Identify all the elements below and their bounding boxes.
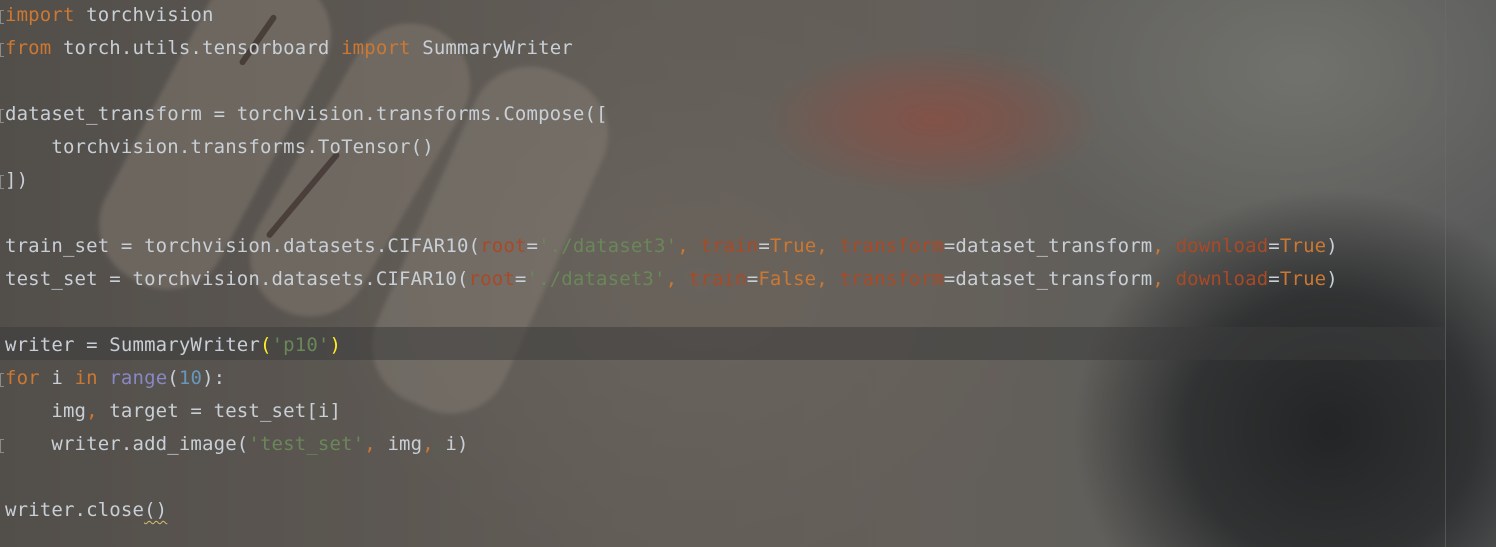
code-line[interactable]: img, target = test_set[i] [5, 395, 341, 428]
code-token: img [387, 433, 423, 455]
code-token: , [816, 235, 840, 257]
code-token: = [514, 268, 527, 290]
fold-marker-icon[interactable] [0, 373, 4, 387]
code-token: download [1175, 235, 1269, 257]
right-margin-guide [1445, 0, 1446, 547]
code-token: writer = SummaryWriter [5, 334, 260, 356]
code-line[interactable]: writer.close() [5, 494, 167, 527]
code-token: i [39, 367, 75, 389]
code-editor[interactable]: import torchvision from torch.utils.tenso… [0, 0, 1445, 547]
code-token: target = test_set[i] [97, 400, 342, 422]
code-token: = [1268, 268, 1280, 290]
code-token: True [1279, 268, 1327, 290]
code-token: , [665, 268, 689, 290]
code-token: = [526, 235, 539, 257]
code-line[interactable]: import torchvision [5, 0, 214, 32]
code-token: torch.utils.tensorboard [51, 37, 342, 59]
code-token: i) [445, 433, 469, 455]
code-token: =dataset_transform [943, 268, 1153, 290]
code-token: True [769, 235, 817, 257]
code-token: 'p10' [271, 334, 330, 356]
code-token: , [86, 400, 98, 422]
code-line[interactable]: torchvision.transforms.ToTensor() [5, 131, 434, 164]
code-token: , [816, 268, 840, 290]
fold-marker-icon[interactable] [0, 43, 4, 57]
code-token: , [1152, 235, 1176, 257]
code-token: , [677, 235, 701, 257]
code-token: train [688, 268, 747, 290]
code-token: = [746, 268, 759, 290]
code-token: import [5, 4, 75, 26]
code-token: range [109, 367, 168, 389]
code-token: train [700, 235, 759, 257]
code-token: () [144, 499, 168, 521]
code-line[interactable]: writer.add_image('test_set', img, i) [5, 428, 469, 461]
code-token: ( [167, 367, 179, 389]
code-token: ): [202, 367, 226, 389]
code-token: SummaryWriter [410, 37, 573, 59]
code-token: from [5, 37, 52, 59]
code-token: root [480, 235, 527, 257]
code-token: True [1279, 235, 1327, 257]
code-token: dataset_transform = torchvision.transfor… [5, 103, 608, 125]
fold-marker-icon[interactable] [0, 109, 4, 123]
code-line[interactable]: test_set = torchvision.datasets.CIFAR10(… [5, 263, 1338, 296]
fold-marker-icon[interactable] [0, 175, 4, 189]
code-token: './dataset3' [538, 235, 678, 257]
code-token: ) [1326, 235, 1338, 257]
code-token: in [74, 367, 98, 389]
code-line[interactable]: ]) [5, 164, 28, 197]
code-token: =dataset_transform [943, 235, 1153, 257]
code-line[interactable]: dataset_transform = torchvision.transfor… [5, 98, 608, 131]
code-token: 'test_set' [248, 433, 365, 455]
code-token: , [422, 433, 446, 455]
code-token: writer.close [5, 499, 145, 521]
code-token: download [1175, 268, 1269, 290]
code-token: = [758, 235, 770, 257]
code-token: torchvision.transforms.ToTensor() [5, 136, 434, 158]
code-token: writer.add_image( [5, 433, 249, 455]
code-line[interactable]: writer = SummaryWriter('p10') [5, 329, 341, 362]
code-token: transform [839, 235, 944, 257]
code-token: False [758, 268, 817, 290]
code-token: for [5, 367, 40, 389]
code-token: import [341, 37, 411, 59]
code-token: './dataset3' [526, 268, 666, 290]
code-token: test_set = torchvision.datasets.CIFAR10( [5, 268, 469, 290]
code-token: ) [329, 334, 342, 356]
code-line[interactable]: from torch.utils.tensorboard import Summ… [5, 32, 573, 65]
code-token: ) [1326, 268, 1338, 290]
code-token: 10 [178, 367, 203, 389]
code-token: transform [839, 268, 944, 290]
code-token: , [364, 433, 388, 455]
code-token: ]) [5, 169, 29, 191]
code-token: , [1152, 268, 1176, 290]
code-token: torchvision [74, 4, 214, 26]
code-token: = [1268, 235, 1280, 257]
code-line[interactable]: train_set = torchvision.datasets.CIFAR10… [5, 230, 1338, 263]
fold-marker-icon[interactable] [0, 10, 4, 24]
code-token: img [5, 400, 87, 422]
fold-marker-icon[interactable] [0, 439, 4, 453]
code-token: root [468, 268, 515, 290]
code-token: train_set = torchvision.datasets.CIFAR10… [5, 235, 481, 257]
code-token: ( [259, 334, 272, 356]
code-line[interactable]: for i in range(10): [5, 362, 225, 395]
